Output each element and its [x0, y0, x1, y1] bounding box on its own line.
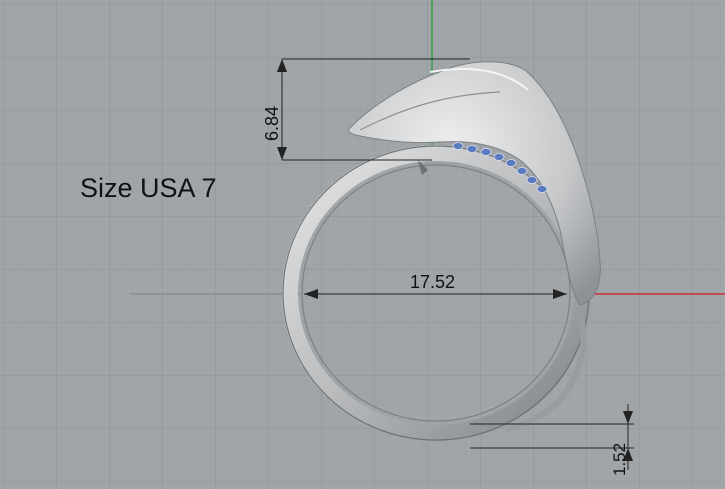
- gemstone: [493, 153, 505, 161]
- gemstone: [480, 148, 492, 156]
- gemstone: [452, 142, 464, 150]
- gemstone: [466, 145, 478, 153]
- gemstone: [526, 176, 538, 184]
- gemstone: [536, 185, 548, 193]
- size-label: Size USA 7: [80, 173, 217, 203]
- head-height-value: 6.84: [262, 105, 282, 141]
- ring-diameter-value: 17.52: [410, 272, 456, 292]
- band-thickness-value: 1.52: [610, 442, 629, 476]
- cad-viewport[interactable]: [0, 0, 725, 489]
- gemstone: [516, 167, 528, 175]
- gemstone: [505, 159, 517, 167]
